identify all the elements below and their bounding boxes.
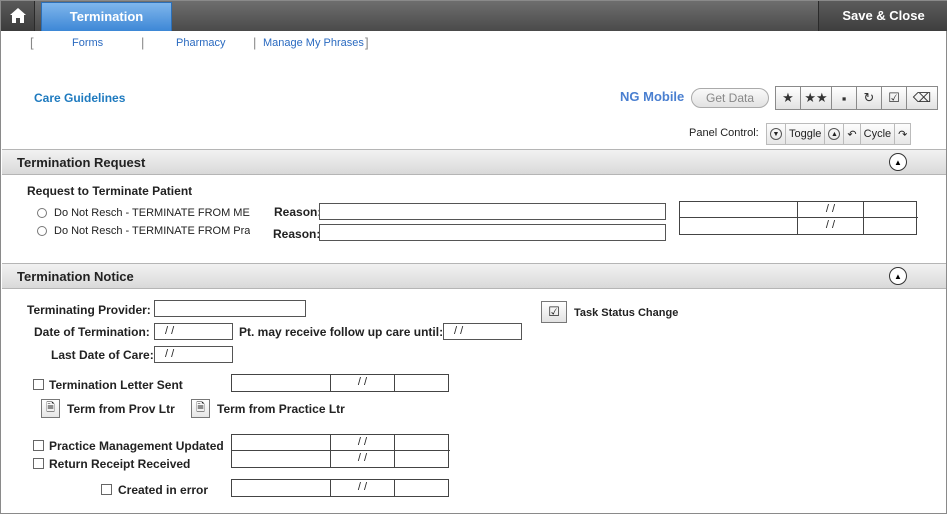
created-error-label: Created in error: [118, 483, 209, 497]
cycle-button[interactable]: Cycle: [859, 123, 896, 145]
panel-control-label: Panel Control:: [689, 127, 759, 139]
grid-date: / /: [331, 435, 395, 451]
collapse-up-button[interactable]: ▲: [824, 123, 845, 145]
last-date-label: Last Date of Care:: [51, 348, 154, 362]
reason-label: Reason:: [274, 205, 322, 219]
created-error-grid: / /: [231, 479, 449, 497]
collapse-icon[interactable]: ▲: [889, 267, 907, 285]
section-title: Termination Notice: [17, 269, 134, 284]
manage-phrases-link[interactable]: Manage My Phrases: [263, 37, 364, 49]
pm-updated-label: Practice Management Updated: [49, 439, 224, 453]
option-label: Do Not Resch - TERMINATE FROM Prac: [54, 225, 250, 237]
radio-terminate-me[interactable]: [37, 208, 47, 218]
get-data-button[interactable]: Get Data: [691, 88, 769, 108]
document-icon: 🗎: [46, 402, 55, 414]
top-bar: Termination Save & Close: [1, 1, 947, 31]
grid-cell: [864, 218, 918, 234]
request-subtitle: Request to Terminate Patient: [27, 184, 193, 198]
home-button[interactable]: [1, 1, 35, 31]
task-status-label: Task Status Change: [574, 307, 679, 319]
chevron-up-icon: ▲: [828, 128, 841, 140]
eraser-icon[interactable]: ⌫: [906, 86, 938, 110]
grid-cell: [395, 435, 450, 451]
expand-down-button[interactable]: ▼: [766, 123, 786, 145]
letter-sent-grid: / /: [231, 374, 449, 392]
grid-date: / /: [798, 218, 864, 234]
refresh-icon[interactable]: ↻: [856, 86, 882, 110]
termination-notice-header[interactable]: Termination Notice ▲: [2, 263, 946, 289]
grid-cell: [864, 202, 918, 218]
section-title: Termination Request: [17, 155, 146, 170]
clipboard-check-icon[interactable]: ☑: [881, 86, 907, 110]
clipboard-check-icon: ☑: [548, 304, 560, 319]
term-prov-ltr-label: Term from Prov Ltr: [67, 402, 175, 416]
date-of-termination-input[interactable]: / /: [154, 323, 233, 340]
termination-request-header[interactable]: Termination Request ▲: [2, 149, 946, 175]
task-status-button[interactable]: ☑: [541, 301, 567, 323]
termination-window: Termination Save & Close [ Forms | Pharm…: [0, 0, 947, 514]
bracket-right: ]: [365, 35, 369, 50]
grid-date: / /: [798, 202, 864, 218]
request-audit-grid: / / / /: [679, 201, 918, 235]
multi-star-icon[interactable]: ★★: [800, 86, 832, 110]
document-icon: 🗎: [196, 402, 205, 414]
reason-input[interactable]: [319, 224, 666, 241]
pm-updated-checkbox[interactable]: [33, 440, 44, 451]
redo-icon[interactable]: ↷: [894, 123, 912, 145]
forms-link[interactable]: Forms: [72, 37, 103, 49]
created-error-checkbox[interactable]: [101, 484, 112, 495]
toggle-button[interactable]: Toggle: [785, 123, 826, 145]
link-separator: |: [141, 35, 145, 50]
radio-terminate-prac[interactable]: [37, 226, 47, 236]
grid-cell: [395, 451, 450, 467]
grid-cell: [395, 480, 450, 496]
grid-date: / /: [331, 375, 395, 391]
letter-sent-checkbox[interactable]: [33, 379, 44, 390]
collapse-icon[interactable]: ▲: [889, 153, 907, 171]
term-prov-ltr-button[interactable]: 🗎: [41, 399, 60, 418]
date-of-termination-label: Date of Termination:: [34, 325, 150, 339]
bracket-left: [: [30, 35, 34, 50]
toolbar: ★ ★★ ▪ ↻ ☑ ⌫: [775, 86, 938, 110]
option-label: Do Not Resch - TERMINATE FROM ME: [54, 207, 250, 219]
star-icon[interactable]: ★: [775, 86, 801, 110]
link-separator: |: [253, 35, 257, 50]
terminating-provider-label: Terminating Provider:: [27, 303, 151, 317]
save-icon[interactable]: ▪: [831, 86, 857, 110]
grid-cell: [232, 480, 331, 496]
chevron-down-icon: ▼: [770, 128, 782, 140]
grid-cell: [680, 218, 798, 234]
terminating-provider-input[interactable]: [154, 300, 306, 317]
term-practice-ltr-button[interactable]: 🗎: [191, 399, 210, 418]
return-receipt-checkbox[interactable]: [33, 458, 44, 469]
grid-cell: [232, 375, 331, 391]
ng-mobile-label: NG Mobile: [620, 89, 685, 104]
grid-cell: [232, 435, 331, 451]
term-practice-ltr-label: Term from Practice Ltr: [217, 402, 345, 416]
reason-label: Reason:: [273, 227, 321, 241]
return-receipt-label: Return Receipt Received: [49, 457, 191, 471]
home-icon: [10, 8, 26, 23]
pm-receipt-grid: / / / /: [231, 434, 450, 468]
last-date-input[interactable]: / /: [154, 346, 233, 363]
follow-up-label: Pt. may receive follow up care until:: [239, 325, 444, 339]
reason-input[interactable]: [319, 203, 666, 220]
grid-cell: [395, 375, 450, 391]
grid-cell: [232, 451, 331, 467]
panel-control-buttons: ▼ Toggle ▲ ↶ Cycle ↷: [766, 123, 912, 145]
follow-up-date-input[interactable]: / /: [443, 323, 522, 340]
tab-termination[interactable]: Termination: [41, 2, 172, 31]
grid-cell: [680, 202, 798, 218]
grid-date: / /: [331, 451, 395, 467]
care-guidelines-link[interactable]: Care Guidelines: [34, 91, 125, 105]
grid-date: / /: [331, 480, 395, 496]
letter-sent-label: Termination Letter Sent: [49, 378, 183, 392]
undo-icon[interactable]: ↶: [843, 123, 861, 145]
pharmacy-link[interactable]: Pharmacy: [176, 37, 226, 49]
save-close-button[interactable]: Save & Close: [818, 1, 947, 31]
